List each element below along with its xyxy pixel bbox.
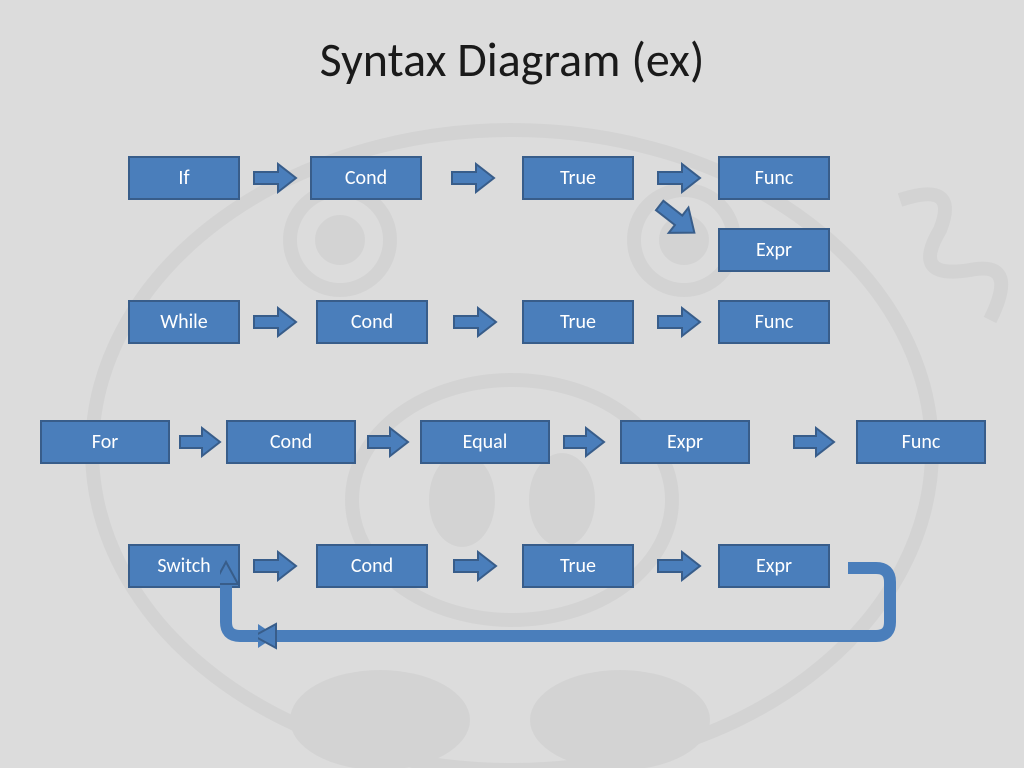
node-true: True (522, 156, 634, 200)
diagram-stage: If Cond True Func Expr While Cond True F… (0, 0, 1024, 768)
node-true: True (522, 300, 634, 344)
node-func: Func (856, 420, 986, 464)
node-cond: Cond (310, 156, 422, 200)
loopback-arrow-icon (220, 550, 900, 670)
arrow-diagonal-icon (650, 198, 700, 242)
arrow-right-icon (252, 162, 298, 194)
node-cond: Cond (316, 300, 428, 344)
node-expr: Expr (718, 228, 830, 272)
arrow-right-icon (252, 306, 298, 338)
arrow-right-icon (656, 162, 702, 194)
arrow-right-icon (178, 426, 222, 458)
node-equal: Equal (420, 420, 550, 464)
node-func: Func (718, 300, 830, 344)
node-while: While (128, 300, 240, 344)
node-for: For (40, 420, 170, 464)
arrow-right-icon (452, 306, 498, 338)
arrow-right-icon (656, 306, 702, 338)
arrow-right-icon (450, 162, 496, 194)
node-cond: Cond (226, 420, 356, 464)
arrow-right-icon (562, 426, 606, 458)
arrow-right-icon (792, 426, 836, 458)
arrow-right-icon (366, 426, 410, 458)
node-expr: Expr (620, 420, 750, 464)
node-if: If (128, 156, 240, 200)
node-func: Func (718, 156, 830, 200)
